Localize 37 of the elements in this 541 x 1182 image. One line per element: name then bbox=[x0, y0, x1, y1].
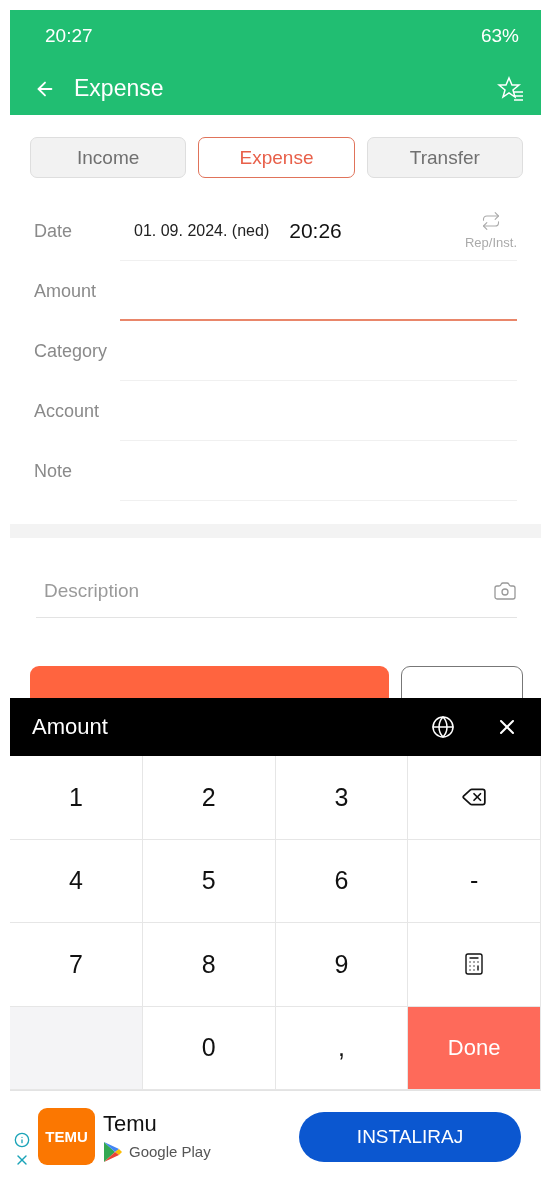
keypad-key[interactable]: 0 bbox=[142, 1006, 276, 1090]
battery-level: 63% bbox=[480, 25, 519, 47]
camera-icon[interactable] bbox=[493, 579, 517, 603]
star-list-icon[interactable] bbox=[497, 74, 525, 103]
globe-icon[interactable] bbox=[431, 715, 455, 739]
app-logo: TEMU bbox=[38, 1108, 95, 1165]
keypad-key[interactable]: 2 bbox=[142, 756, 276, 840]
field-label: Category bbox=[34, 340, 109, 362]
info-icon[interactable] bbox=[14, 1132, 30, 1148]
type-tab[interactable]: Income bbox=[30, 137, 187, 178]
keypad-key[interactable]: 6 bbox=[275, 839, 409, 923]
keypad-key[interactable]: 1 bbox=[10, 756, 143, 840]
field-label: Amount bbox=[34, 280, 98, 302]
keypad-key[interactable]: , bbox=[275, 1006, 409, 1090]
status-time: 20:27 bbox=[45, 25, 93, 47]
keypad-key[interactable]: 9 bbox=[275, 923, 409, 1007]
keypad-title: Amount bbox=[32, 714, 109, 740]
store-name: Google Play bbox=[129, 1143, 211, 1160]
screen-title: Expense bbox=[74, 75, 165, 102]
ad-app-name: Temu bbox=[103, 1110, 158, 1137]
keypad-key[interactable]: 5 bbox=[142, 839, 276, 923]
keypad-key[interactable]: 4 bbox=[10, 839, 143, 923]
field-label: Account bbox=[34, 400, 101, 422]
type-tab[interactable]: Transfer bbox=[366, 137, 523, 178]
keypad-key[interactable] bbox=[408, 923, 541, 1007]
repeat-icon bbox=[481, 211, 501, 231]
keypad-key[interactable] bbox=[408, 756, 541, 840]
field-label: Note bbox=[34, 460, 74, 482]
keypad-key[interactable]: 7 bbox=[10, 923, 143, 1007]
time-value[interactable]: 20:26 bbox=[289, 218, 465, 243]
keypad-key[interactable]: 3 bbox=[275, 756, 409, 840]
install-button[interactable]: INSTALIRAJ bbox=[299, 1111, 521, 1162]
play-store-icon bbox=[103, 1140, 123, 1163]
date-value[interactable]: 01. 09. 2024. (ned) bbox=[134, 221, 270, 240]
field-label: Date bbox=[34, 220, 74, 242]
keypad-key[interactable]: 8 bbox=[142, 923, 276, 1007]
keypad-key[interactable]: - bbox=[408, 839, 541, 923]
